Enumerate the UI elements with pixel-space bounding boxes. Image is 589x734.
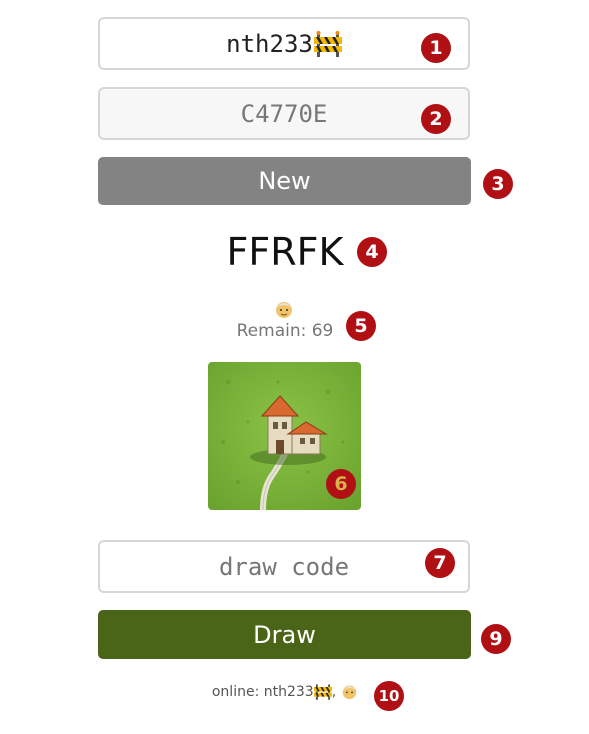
online-separator: , <box>331 683 337 700</box>
old-man-face-icon <box>276 302 292 318</box>
draw-button-label: Draw <box>253 620 316 649</box>
marker-4: 4 <box>357 237 387 267</box>
game-code: FFRFK <box>226 230 344 274</box>
draw-code-field[interactable] <box>98 540 470 593</box>
remaining-count: Remain: 69 <box>236 321 334 341</box>
marker-1: 1 <box>421 33 451 63</box>
marker-7: 7 <box>425 548 455 578</box>
new-button-label: New <box>258 167 311 195</box>
construction-barrier-icon <box>313 684 332 700</box>
username-field[interactable]: nth233 <box>98 17 470 70</box>
construction-barrier-icon <box>313 30 342 57</box>
marker-9: 9 <box>481 624 511 654</box>
marker-10: 10 <box>374 681 404 711</box>
marker-6: 6 <box>326 469 356 499</box>
marker-3: 3 <box>483 169 513 199</box>
new-button[interactable]: New <box>98 157 471 205</box>
marker-5: 5 <box>346 311 376 341</box>
old-man-face-icon <box>342 685 357 700</box>
marker-2: 2 <box>421 104 451 134</box>
room-code-value: C4770E <box>240 99 328 128</box>
draw-code-input[interactable] <box>100 542 468 591</box>
online-users: online: nth233 , <box>0 683 570 700</box>
draw-button[interactable]: Draw <box>98 610 471 659</box>
online-text: online: nth233 <box>211 683 314 700</box>
room-code-field: C4770E <box>98 87 470 140</box>
username-value: nth233 <box>226 29 313 58</box>
